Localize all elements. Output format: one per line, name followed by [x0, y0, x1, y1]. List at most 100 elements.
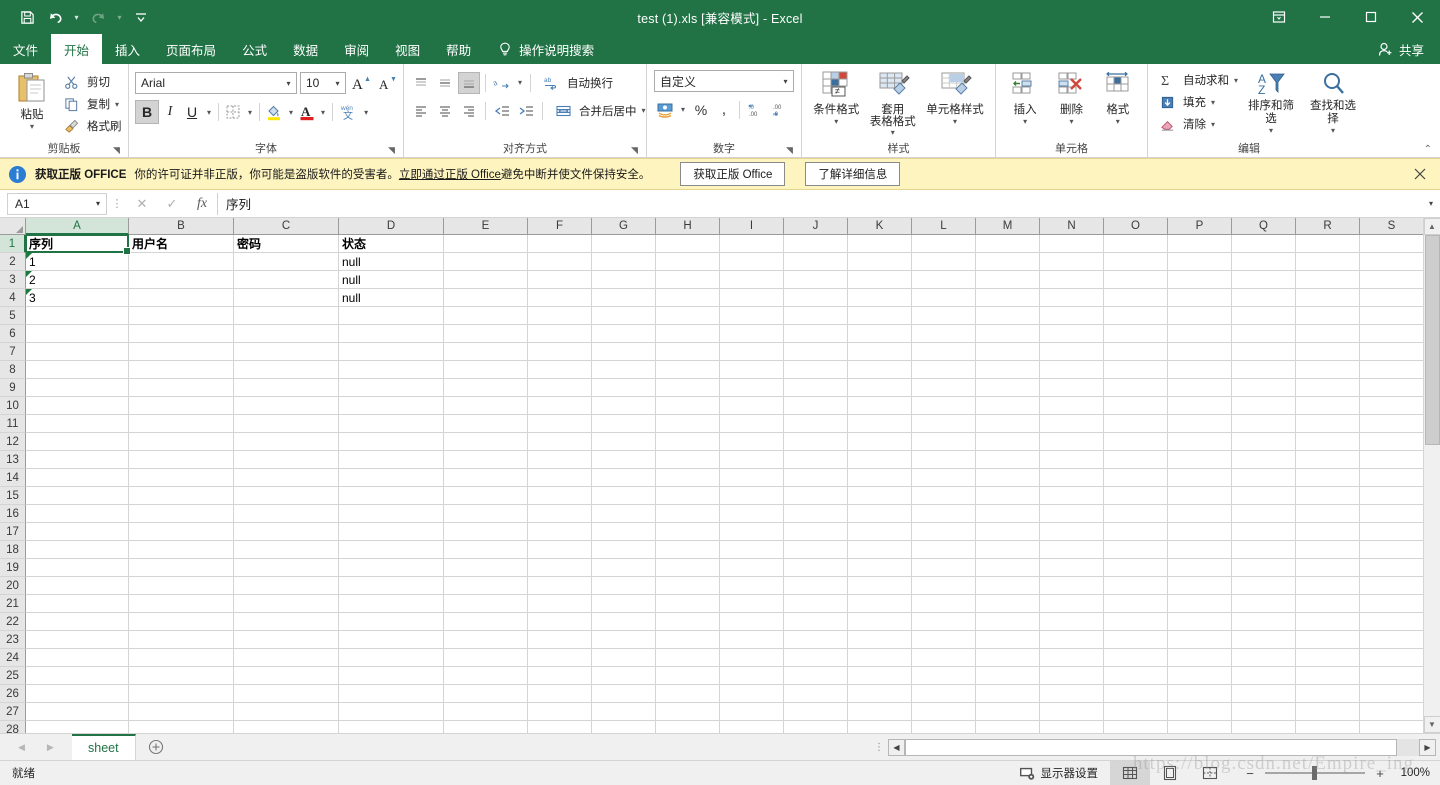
cell-J5[interactable]	[784, 307, 848, 325]
cell-H28[interactable]	[656, 721, 720, 733]
cell-Q10[interactable]	[1232, 397, 1296, 415]
cell-G2[interactable]	[592, 253, 656, 271]
cell-J27[interactable]	[784, 703, 848, 721]
cell-G24[interactable]	[592, 649, 656, 667]
cell-M12[interactable]	[976, 433, 1040, 451]
cell-H22[interactable]	[656, 613, 720, 631]
cell-C16[interactable]	[234, 505, 339, 523]
column-header-l[interactable]: L	[912, 218, 976, 235]
cell-J8[interactable]	[784, 361, 848, 379]
cell-K21[interactable]	[848, 595, 912, 613]
cell-G19[interactable]	[592, 559, 656, 577]
cell-M14[interactable]	[976, 469, 1040, 487]
cell-A26[interactable]	[26, 685, 129, 703]
cell-C9[interactable]	[234, 379, 339, 397]
cell-P2[interactable]	[1168, 253, 1232, 271]
customize-quick-access-icon[interactable]	[128, 5, 154, 29]
column-header-b[interactable]: B	[129, 218, 234, 235]
phonetic-guide-dropdown-icon[interactable]: ▾	[360, 108, 372, 117]
cell-I12[interactable]	[720, 433, 784, 451]
cell-K27[interactable]	[848, 703, 912, 721]
cell-L23[interactable]	[912, 631, 976, 649]
cell-M4[interactable]	[976, 289, 1040, 307]
cell-J12[interactable]	[784, 433, 848, 451]
cell-S10[interactable]	[1360, 397, 1423, 415]
cell-N19[interactable]	[1040, 559, 1104, 577]
cell-B16[interactable]	[129, 505, 234, 523]
scroll-right-icon[interactable]: ▶	[1419, 739, 1436, 756]
cell-H16[interactable]	[656, 505, 720, 523]
font-color-dropdown-icon[interactable]: ▾	[317, 108, 329, 117]
cell-C25[interactable]	[234, 667, 339, 685]
column-header-j[interactable]: J	[784, 218, 848, 235]
cell-F16[interactable]	[528, 505, 592, 523]
cell-P19[interactable]	[1168, 559, 1232, 577]
cell-B20[interactable]	[129, 577, 234, 595]
cell-C13[interactable]	[234, 451, 339, 469]
cell-R9[interactable]	[1296, 379, 1360, 397]
cell-O14[interactable]	[1104, 469, 1168, 487]
align-center-icon[interactable]	[434, 100, 456, 122]
cell-E5[interactable]	[444, 307, 528, 325]
cell-R25[interactable]	[1296, 667, 1360, 685]
cell-P16[interactable]	[1168, 505, 1232, 523]
cell-C28[interactable]	[234, 721, 339, 733]
cell-F7[interactable]	[528, 343, 592, 361]
copy-button[interactable]: 复制 ▾	[58, 93, 124, 115]
cell-R6[interactable]	[1296, 325, 1360, 343]
cell-C1[interactable]: 密码	[234, 235, 339, 253]
cell-O10[interactable]	[1104, 397, 1168, 415]
cell-M19[interactable]	[976, 559, 1040, 577]
cell-D12[interactable]	[339, 433, 444, 451]
borders-icon[interactable]	[222, 101, 244, 123]
cell-B4[interactable]	[129, 289, 234, 307]
cell-K12[interactable]	[848, 433, 912, 451]
cell-I23[interactable]	[720, 631, 784, 649]
cell-C26[interactable]	[234, 685, 339, 703]
cell-F1[interactable]	[528, 235, 592, 253]
tab-review[interactable]: 审阅	[331, 34, 382, 64]
cell-J7[interactable]	[784, 343, 848, 361]
cell-O20[interactable]	[1104, 577, 1168, 595]
cell-E7[interactable]	[444, 343, 528, 361]
cell-A24[interactable]	[26, 649, 129, 667]
cell-S9[interactable]	[1360, 379, 1423, 397]
cell-C22[interactable]	[234, 613, 339, 631]
cell-L3[interactable]	[912, 271, 976, 289]
format-cells-button[interactable]: 格式 ▾	[1096, 68, 1140, 128]
get-genuine-office-button[interactable]: 获取正版 Office	[680, 162, 785, 186]
close-icon[interactable]	[1394, 0, 1440, 34]
cell-B21[interactable]	[129, 595, 234, 613]
cell-I3[interactable]	[720, 271, 784, 289]
row-header-11[interactable]: 11	[0, 415, 26, 433]
cell-S13[interactable]	[1360, 451, 1423, 469]
cell-A18[interactable]	[26, 541, 129, 559]
cell-N28[interactable]	[1040, 721, 1104, 733]
cell-G4[interactable]	[592, 289, 656, 307]
cell-Q13[interactable]	[1232, 451, 1296, 469]
cell-D7[interactable]	[339, 343, 444, 361]
cell-J14[interactable]	[784, 469, 848, 487]
cell-B7[interactable]	[129, 343, 234, 361]
cell-H6[interactable]	[656, 325, 720, 343]
cell-P14[interactable]	[1168, 469, 1232, 487]
cell-N18[interactable]	[1040, 541, 1104, 559]
increase-decimal-icon[interactable]: .0.00	[745, 99, 767, 121]
clear-dropdown-icon[interactable]: ▾	[1211, 120, 1215, 129]
cell-F5[interactable]	[528, 307, 592, 325]
cell-B25[interactable]	[129, 667, 234, 685]
cell-S3[interactable]	[1360, 271, 1423, 289]
find-select-dropdown-icon[interactable]: ▾	[1331, 127, 1335, 135]
number-dialog-launcher[interactable]: ◥	[784, 145, 795, 156]
cell-A1[interactable]: 序列	[26, 235, 129, 253]
cell-R16[interactable]	[1296, 505, 1360, 523]
cell-R20[interactable]	[1296, 577, 1360, 595]
cell-S6[interactable]	[1360, 325, 1423, 343]
cell-K5[interactable]	[848, 307, 912, 325]
cell-B18[interactable]	[129, 541, 234, 559]
cell-S12[interactable]	[1360, 433, 1423, 451]
collapse-ribbon-icon[interactable]: ⌃	[1424, 144, 1432, 155]
cell-J18[interactable]	[784, 541, 848, 559]
cell-L2[interactable]	[912, 253, 976, 271]
cell-B11[interactable]	[129, 415, 234, 433]
